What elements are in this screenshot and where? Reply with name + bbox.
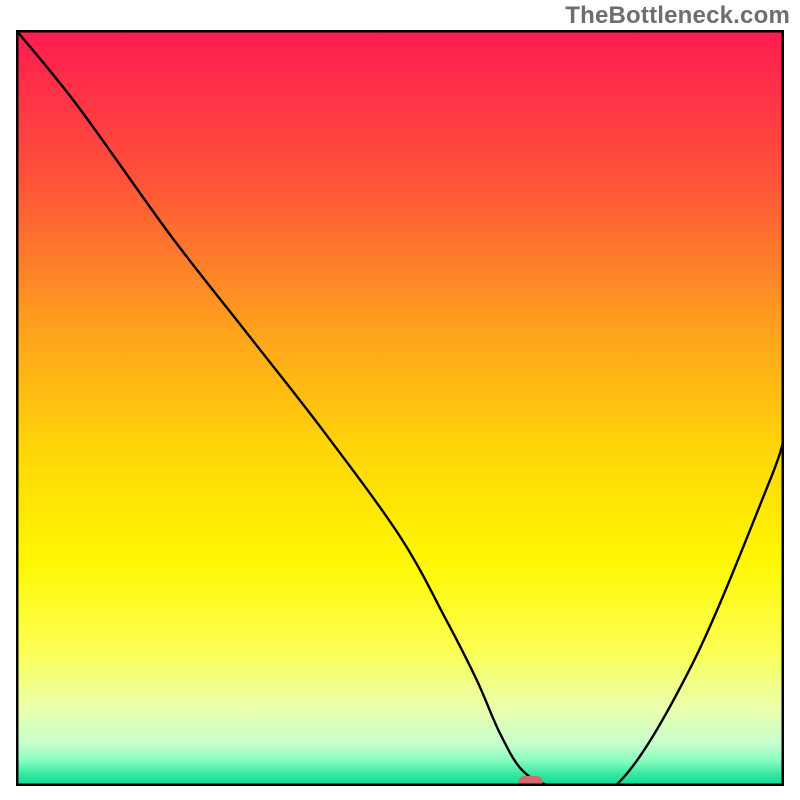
chart-container: TheBottleneck.com [0, 0, 800, 800]
plot-background [16, 30, 784, 786]
watermark-text: TheBottleneck.com [565, 2, 790, 30]
bottleneck-plot [16, 30, 784, 786]
plot-svg [16, 30, 784, 786]
